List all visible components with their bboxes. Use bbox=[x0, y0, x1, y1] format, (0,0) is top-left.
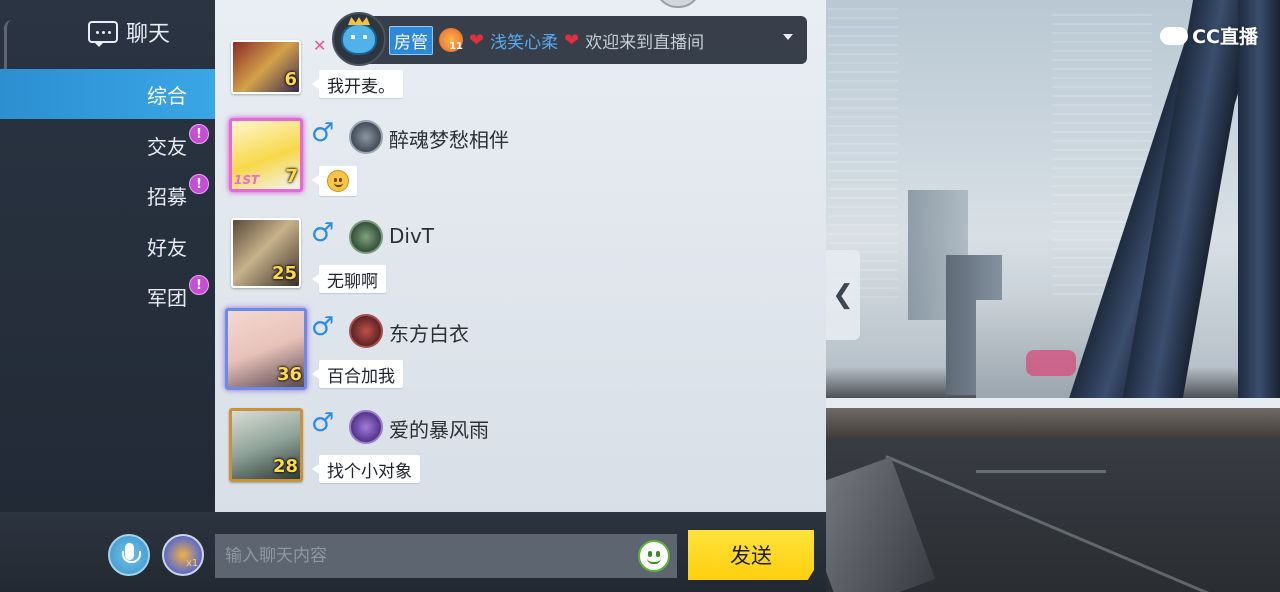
chevron-left-icon: ❮ bbox=[832, 280, 854, 310]
chat-title-label: 聊天 bbox=[126, 22, 171, 47]
first-rank-badge: 1ST bbox=[234, 173, 260, 187]
notification-badge-icon: ! bbox=[189, 174, 209, 194]
message-bubble: 我开麦。 bbox=[312, 70, 403, 98]
banner-user-name: 浅笑心柔 bbox=[490, 32, 559, 53]
message-text: 无聊啊 bbox=[327, 271, 378, 292]
chat-input-bar: x1 发送 bbox=[0, 512, 826, 592]
message-bubble: 找个小对象 bbox=[312, 455, 420, 483]
chat-sidebar: 聊天 综合 交友 ! 招募 ! 好友 军团 ! bbox=[0, 0, 215, 512]
controller-avatar-button[interactable] bbox=[162, 534, 204, 576]
railing-base bbox=[826, 408, 1280, 438]
user-nickname[interactable]: DivT bbox=[389, 224, 434, 248]
level-icon: 11 bbox=[439, 28, 463, 52]
room-admin-tag: 房管 bbox=[389, 25, 433, 55]
logo-text: CC直播 bbox=[1192, 26, 1258, 48]
floor-line bbox=[885, 455, 1218, 592]
neon-sign bbox=[1026, 350, 1076, 376]
chat-message: 28 ♂ 爱的暴风雨 找个小对象 bbox=[215, 402, 815, 492]
tab-general[interactable]: 综合 bbox=[0, 69, 215, 119]
tab-legion-label: 军团 bbox=[147, 285, 187, 310]
tab-friends-making-label: 交友 bbox=[147, 134, 187, 159]
user-avatar[interactable]: 6 bbox=[231, 40, 301, 94]
tab-recruit-label: 招募 bbox=[147, 184, 187, 209]
chat-message: 7 1ST ♂ 醉魂梦愁相伴 bbox=[215, 116, 815, 206]
crown-mascot-icon bbox=[341, 23, 377, 55]
avatar-level: 6 bbox=[284, 69, 297, 90]
welcome-message: 欢迎来到直播间 bbox=[585, 32, 705, 53]
emoji-picker-icon[interactable] bbox=[638, 540, 670, 572]
notification-badge-icon: ! bbox=[189, 275, 209, 295]
male-gender-icon: ♂ bbox=[311, 408, 335, 438]
tab-friends-label: 好友 bbox=[147, 235, 187, 260]
cc-live-logo: CC直播 bbox=[1160, 22, 1258, 49]
voice-button[interactable] bbox=[108, 534, 150, 576]
chat-message: 25 ♂ DivT 无聊啊 bbox=[215, 212, 815, 302]
message-text: 百合加我 bbox=[327, 366, 395, 387]
chevron-down-icon[interactable] bbox=[783, 34, 793, 40]
tab-recruit[interactable]: 招募 ! bbox=[0, 170, 215, 220]
partial-gender-icon: ✕ bbox=[313, 36, 327, 55]
user-nickname[interactable]: 东方白衣 bbox=[389, 318, 469, 347]
weapon-barrel bbox=[826, 456, 936, 592]
avatar-level: 36 bbox=[276, 364, 302, 385]
chat-message-list[interactable]: 6 ✕ 我开麦。 7 1ST ♂ 醉魂梦愁相伴 25 ♂ DivT 无聊啊 36… bbox=[215, 0, 826, 512]
male-gender-icon: ♂ bbox=[311, 218, 335, 248]
welcome-banner[interactable]: 房管 11 ❤ 浅笑心柔 ❤ 欢迎来到直播间 bbox=[345, 16, 807, 64]
message-text: 我开麦。 bbox=[327, 76, 395, 97]
male-gender-icon: ♂ bbox=[311, 312, 335, 342]
heart-icon: ❤ bbox=[469, 29, 485, 51]
cloud-logo-icon bbox=[1160, 26, 1189, 45]
tab-friends[interactable]: 好友 bbox=[0, 221, 215, 271]
rank-emblem-icon bbox=[349, 220, 383, 254]
chat-bubble-icon bbox=[88, 21, 118, 47]
chat-title: 聊天 bbox=[88, 16, 170, 48]
floor-line bbox=[976, 470, 1106, 473]
tab-friends-making[interactable]: 交友 ! bbox=[0, 120, 215, 170]
message-bubble: 无聊啊 bbox=[312, 265, 386, 293]
user-nickname[interactable]: 醉魂梦愁相伴 bbox=[389, 124, 509, 153]
message-bubble: 百合加我 bbox=[312, 360, 403, 388]
avatar-level: 28 bbox=[272, 456, 298, 477]
user-avatar[interactable]: 25 bbox=[231, 218, 301, 288]
avatar-level: 25 bbox=[271, 263, 297, 284]
item-count: x1 bbox=[186, 558, 199, 569]
tab-legion[interactable]: 军团 ! bbox=[0, 271, 215, 321]
admin-avatar bbox=[332, 12, 386, 66]
game-stream-view: CC直播 bbox=[826, 0, 1280, 592]
user-avatar[interactable]: 28 bbox=[229, 408, 303, 482]
rank-emblem-icon bbox=[349, 410, 383, 444]
send-button[interactable]: 发送 bbox=[688, 530, 814, 580]
avatar-level: 7 bbox=[285, 166, 298, 187]
chat-input[interactable] bbox=[215, 534, 677, 578]
rank-emblem-icon bbox=[349, 314, 383, 348]
male-gender-icon: ♂ bbox=[311, 118, 335, 148]
tab-general-label: 综合 bbox=[147, 83, 187, 108]
user-avatar[interactable]: 7 1ST bbox=[229, 118, 303, 192]
user-nickname[interactable]: 爱的暴风雨 bbox=[389, 414, 489, 443]
heart-icon: ❤ bbox=[564, 29, 580, 51]
rank-emblem-icon bbox=[349, 120, 383, 154]
message-bubble bbox=[312, 166, 357, 196]
notification-badge-icon: ! bbox=[189, 124, 209, 144]
smile-emoji-icon bbox=[327, 170, 349, 192]
message-text: 找个小对象 bbox=[327, 461, 412, 482]
structure-beam bbox=[1238, 0, 1280, 420]
railing bbox=[826, 398, 1280, 408]
collapse-panel-button[interactable]: ❮ bbox=[826, 250, 860, 340]
user-avatar[interactable]: 36 bbox=[225, 308, 307, 390]
chat-message: 36 ♂ 东方白衣 百合加我 bbox=[215, 306, 815, 396]
